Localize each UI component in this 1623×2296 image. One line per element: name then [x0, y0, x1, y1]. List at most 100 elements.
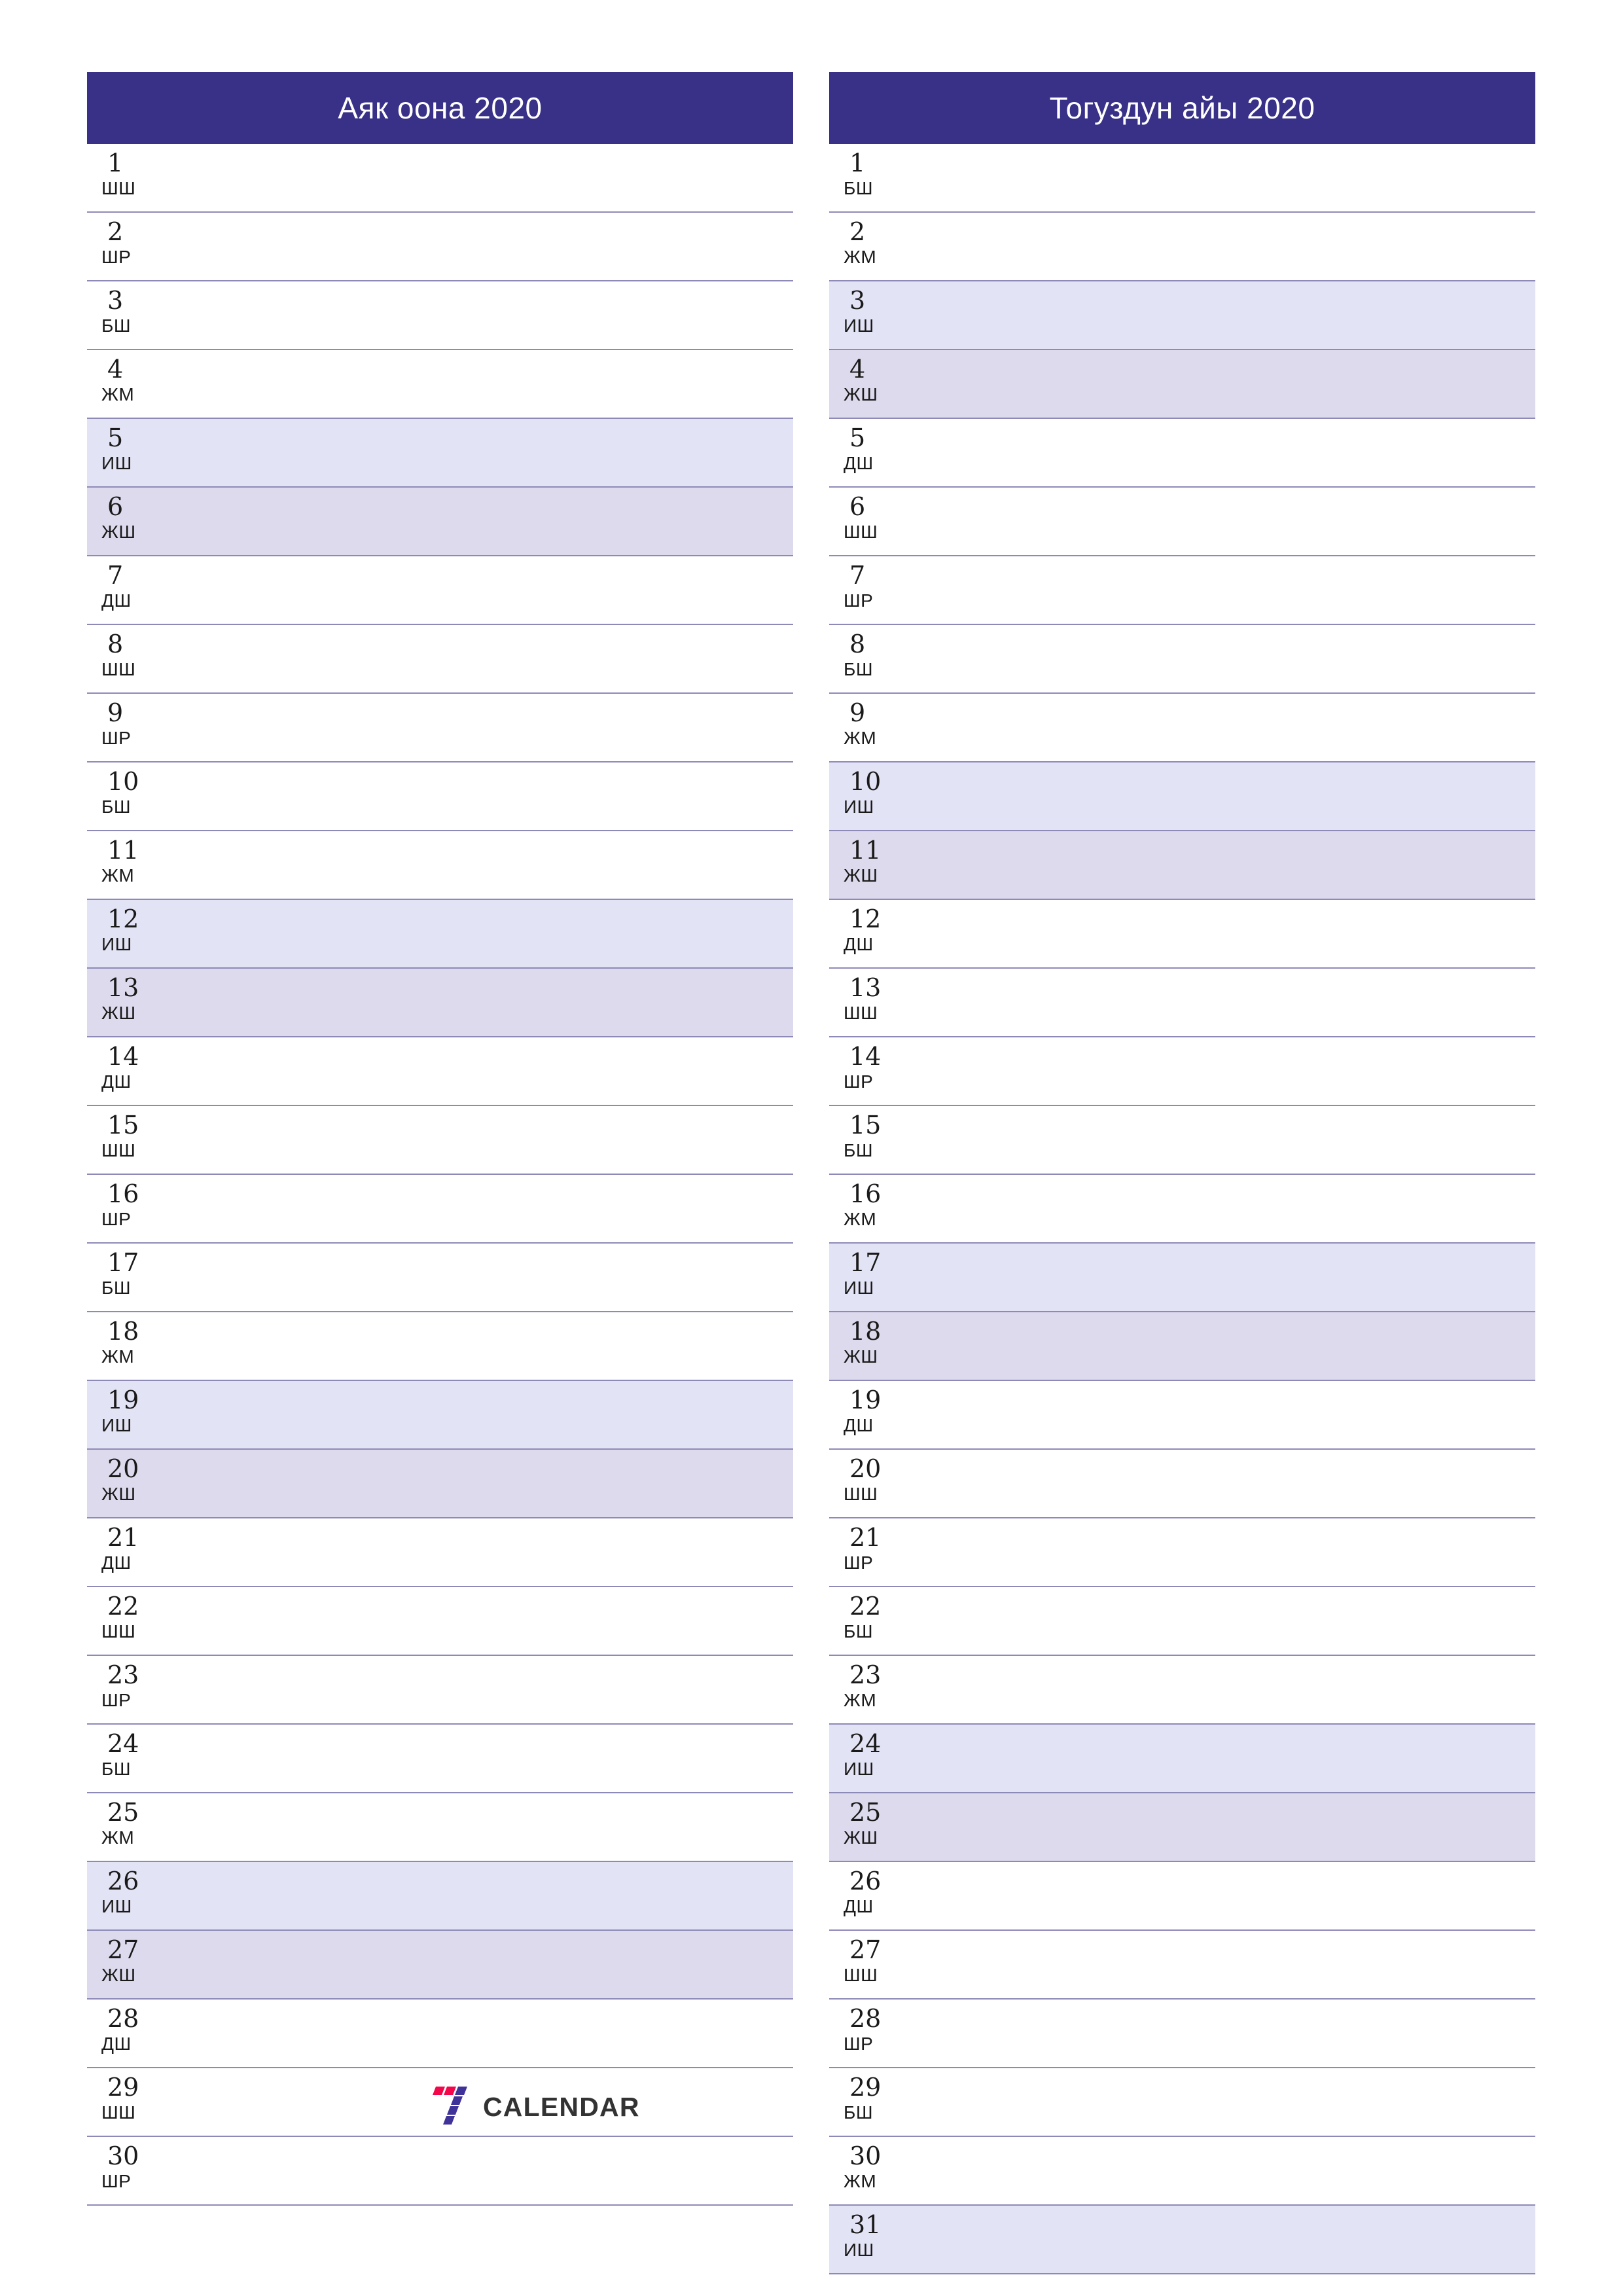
day-row[interactable]: 10 ИШ — [829, 762, 1535, 831]
day-weekday-abbr: ШР — [101, 728, 132, 748]
day-weekday-abbr: ШШ — [844, 1003, 878, 1023]
month-title-left: Аяк оона 2020 — [87, 72, 793, 144]
day-weekday-abbr: ШР — [101, 1690, 132, 1710]
day-row[interactable]: 6 ЖШ — [87, 488, 793, 556]
day-row[interactable]: 5 ИШ — [87, 419, 793, 488]
day-row[interactable]: 26 ДШ — [829, 1862, 1535, 1931]
day-row[interactable]: 11 ЖМ — [87, 831, 793, 900]
month-title-right: Тогуздун айы 2020 — [829, 72, 1535, 144]
day-row[interactable]: 24 ИШ — [829, 1725, 1535, 1793]
day-number: 2 — [107, 217, 124, 246]
day-row[interactable]: 9 ЖМ — [829, 694, 1535, 762]
day-weekday-abbr: ДШ — [844, 1896, 874, 1916]
day-row[interactable]: 12 ДШ — [829, 900, 1535, 969]
day-row[interactable]: 25 ЖМ — [87, 1793, 793, 1862]
day-row[interactable]: 28 ДШ — [87, 2000, 793, 2068]
day-number: 12 — [849, 905, 882, 933]
day-weekday-abbr: БШ — [101, 797, 132, 817]
day-weekday-abbr: ЖШ — [101, 1003, 136, 1023]
day-number: 12 — [107, 905, 139, 933]
day-row[interactable]: 31 ИШ — [829, 2206, 1535, 2274]
day-number: 9 — [849, 698, 866, 727]
day-row[interactable]: 27 ЖШ — [87, 1931, 793, 2000]
day-row[interactable]: 6 ШШ — [829, 488, 1535, 556]
day-number: 4 — [849, 355, 866, 384]
day-row[interactable]: 3 БШ — [87, 281, 793, 350]
day-number: 4 — [107, 355, 124, 384]
day-weekday-abbr: БШ — [844, 2102, 874, 2123]
day-row[interactable]: 16 ЖМ — [829, 1175, 1535, 1244]
day-row[interactable]: 7 ШР — [829, 556, 1535, 625]
day-row[interactable]: 2 ЖМ — [829, 213, 1535, 281]
day-row[interactable]: 1 БШ — [829, 144, 1535, 213]
day-number: 30 — [107, 2142, 139, 2170]
day-row[interactable]: 15 ШШ — [87, 1106, 793, 1175]
day-weekday-abbr: ШШ — [844, 522, 878, 542]
day-number: 7 — [107, 561, 124, 590]
day-number: 27 — [107, 1935, 139, 1964]
day-number: 28 — [107, 2004, 139, 2033]
day-row[interactable]: 17 БШ — [87, 1244, 793, 1312]
day-row[interactable]: 12 ИШ — [87, 900, 793, 969]
day-row[interactable]: 25 ЖШ — [829, 1793, 1535, 1862]
day-row[interactable]: 18 ЖМ — [87, 1312, 793, 1381]
day-number: 11 — [107, 836, 139, 865]
day-number: 2 — [849, 217, 866, 246]
day-row[interactable]: 10 БШ — [87, 762, 793, 831]
day-row[interactable]: 5 ДШ — [829, 419, 1535, 488]
day-row[interactable]: 29 БШ — [829, 2068, 1535, 2137]
day-weekday-abbr: ИШ — [101, 1896, 132, 1916]
day-row[interactable]: 14 ШР — [829, 1037, 1535, 1106]
day-number: 11 — [849, 836, 882, 865]
day-row[interactable]: 2 ШР — [87, 213, 793, 281]
day-weekday-abbr: ДШ — [844, 1415, 874, 1435]
day-row[interactable]: 19 ИШ — [87, 1381, 793, 1450]
day-row[interactable]: 22 БШ — [829, 1587, 1535, 1656]
day-number: 26 — [107, 1867, 139, 1895]
day-row[interactable]: 18 ЖШ — [829, 1312, 1535, 1381]
day-row[interactable]: 4 ЖМ — [87, 350, 793, 419]
day-row[interactable]: 28 ШР — [829, 2000, 1535, 2068]
day-weekday-abbr: ЖШ — [101, 522, 136, 542]
day-row[interactable]: 21 ДШ — [87, 1518, 793, 1587]
day-row[interactable]: 14 ДШ — [87, 1037, 793, 1106]
day-row[interactable]: 7 ДШ — [87, 556, 793, 625]
day-row[interactable]: 9 ШР — [87, 694, 793, 762]
day-weekday-abbr: ЖШ — [844, 384, 878, 404]
day-row[interactable]: 8 БШ — [829, 625, 1535, 694]
day-number: 1 — [107, 149, 124, 177]
day-number: 19 — [849, 1386, 882, 1414]
day-row[interactable]: 17 ИШ — [829, 1244, 1535, 1312]
day-weekday-abbr: БШ — [844, 659, 874, 679]
day-number: 30 — [849, 2142, 882, 2170]
day-number: 7 — [849, 561, 866, 590]
day-weekday-abbr: ЖМ — [844, 1690, 877, 1710]
day-number: 27 — [849, 1935, 882, 1964]
day-row[interactable]: 20 ШШ — [829, 1450, 1535, 1518]
day-row[interactable]: 13 ЖШ — [87, 969, 793, 1037]
day-row[interactable]: 24 БШ — [87, 1725, 793, 1793]
day-row[interactable]: 8 ШШ — [87, 625, 793, 694]
day-row[interactable]: 11 ЖШ — [829, 831, 1535, 900]
day-row[interactable]: 3 ИШ — [829, 281, 1535, 350]
day-row[interactable]: 23 ШР — [87, 1656, 793, 1725]
day-row[interactable]: 23 ЖМ — [829, 1656, 1535, 1725]
day-weekday-abbr: ИШ — [101, 934, 132, 954]
day-row[interactable]: 15 БШ — [829, 1106, 1535, 1175]
day-number: 21 — [849, 1523, 882, 1552]
day-row[interactable]: 20 ЖШ — [87, 1450, 793, 1518]
day-weekday-abbr: ИШ — [844, 315, 874, 336]
day-row[interactable]: 26 ИШ — [87, 1862, 793, 1931]
day-row[interactable]: 13 ШШ — [829, 969, 1535, 1037]
day-row[interactable]: 16 ШР — [87, 1175, 793, 1244]
day-row[interactable]: 19 ДШ — [829, 1381, 1535, 1450]
day-row[interactable]: 22 ШШ — [87, 1587, 793, 1656]
day-row[interactable]: 21 ШР — [829, 1518, 1535, 1587]
day-weekday-abbr: ДШ — [101, 1552, 132, 1573]
day-row[interactable]: 1 ШШ — [87, 144, 793, 213]
day-row[interactable]: 27 ШШ — [829, 1931, 1535, 2000]
day-row[interactable]: 30 ШР — [87, 2137, 793, 2206]
day-row[interactable]: 4 ЖШ — [829, 350, 1535, 419]
day-weekday-abbr: ЖШ — [101, 1484, 136, 1504]
day-row[interactable]: 30 ЖМ — [829, 2137, 1535, 2206]
